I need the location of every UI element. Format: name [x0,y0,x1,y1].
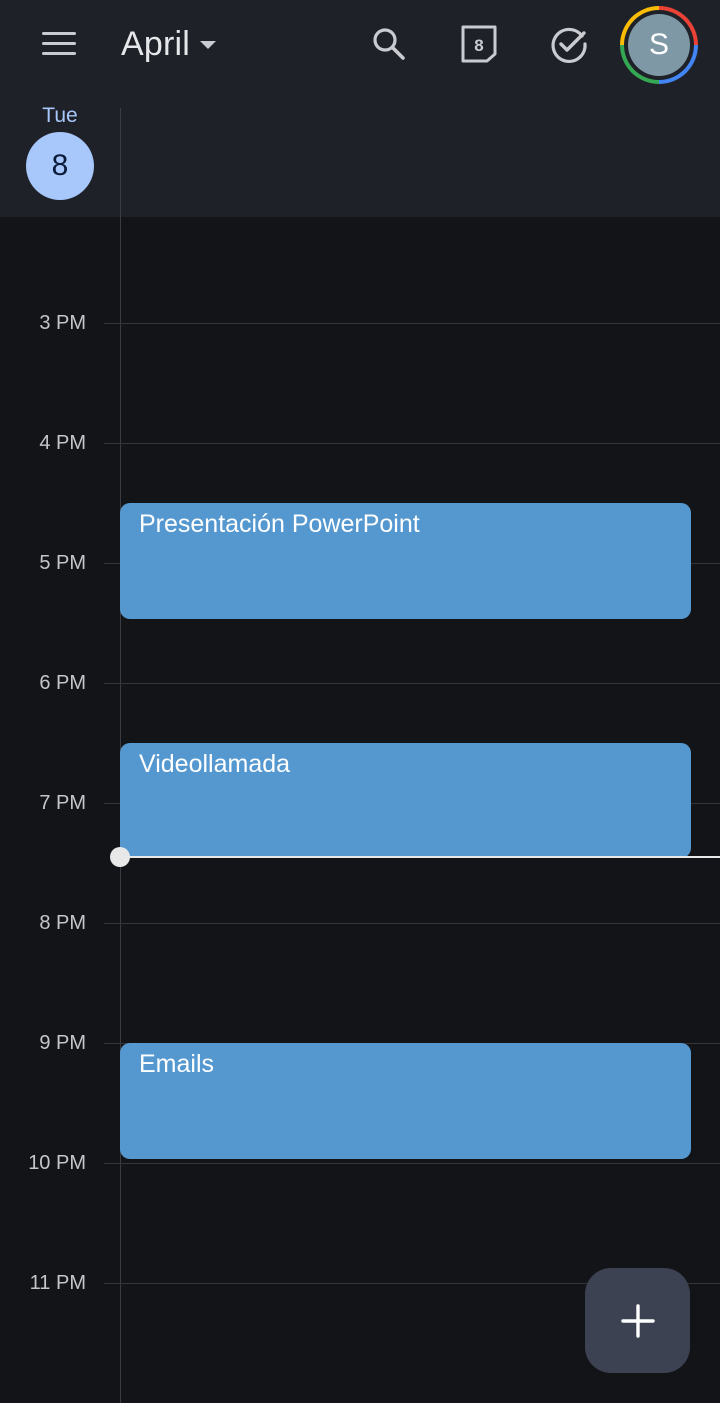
hour-label: 11 PM [29,1272,86,1294]
event-card[interactable]: Emails [120,1043,691,1159]
day-number[interactable]: 8 [26,132,94,200]
current-time-dot [110,847,130,867]
search-icon[interactable] [365,20,413,68]
hour-label: 10 PM [28,1152,86,1174]
event-card[interactable]: Presentación PowerPoint [120,503,691,619]
calendar-today-icon[interactable]: 8 [455,20,503,68]
calendar-day-view: April 8 S Tue 8 3 PM 4 PM 5 PM 6 PM 7 PM… [0,0,720,1403]
hour-label: 5 PM [39,552,86,574]
top-app-bar: April 8 S Tue 8 [0,0,720,217]
plus-icon [620,1303,655,1338]
hour-line [104,923,720,924]
hour-line [104,683,720,684]
menu-icon[interactable] [36,22,84,66]
day-number-label: 8 [51,149,69,182]
account-avatar-button[interactable]: S [620,6,698,84]
hour-label: 4 PM [39,432,86,454]
event-title: Presentación PowerPoint [139,510,420,538]
hour-line [104,323,720,324]
event-title: Videollamada [139,750,291,778]
hour-label: 7 PM [39,792,86,814]
hour-label: 9 PM [39,1032,86,1054]
hour-label: 8 PM [39,912,86,934]
event-card[interactable]: Videollamada [120,743,691,858]
create-event-button[interactable] [585,1268,690,1373]
day-name: Tue [42,104,78,127]
caret-down-icon [200,41,217,49]
today-badge: 8 [474,36,483,55]
current-time-line [120,856,720,858]
event-title: Emails [139,1050,215,1078]
month-selector[interactable]: April [121,22,217,66]
hour-label: 3 PM [39,312,86,334]
month-label: April [121,24,191,63]
hour-line [104,1163,720,1164]
avatar-initial: S [648,28,669,61]
hour-label: 6 PM [39,672,86,694]
hour-line [104,443,720,444]
avatar: S [628,14,690,76]
check-circle-icon[interactable] [545,20,593,68]
